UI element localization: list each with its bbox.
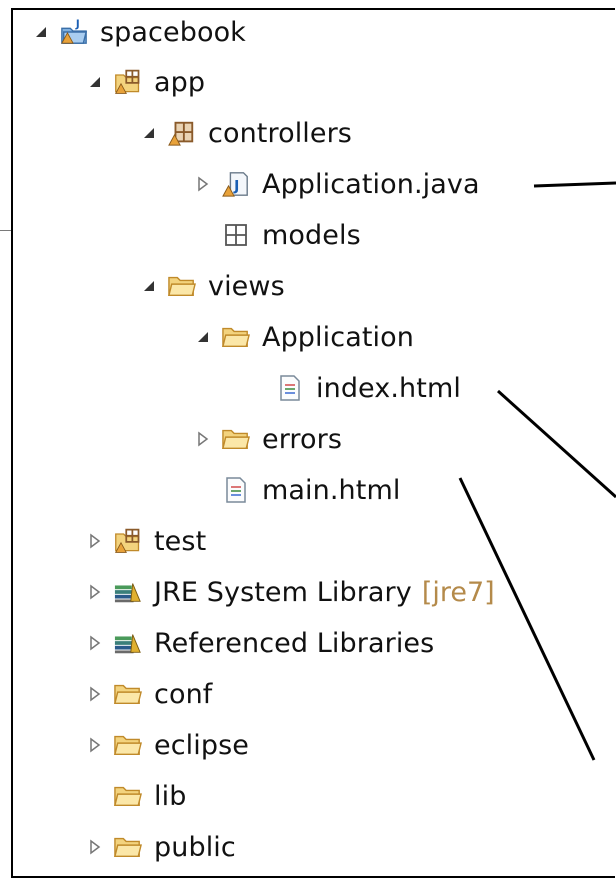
annotation-line-index-html <box>496 389 616 499</box>
annotation-line-application-java <box>533 181 616 188</box>
annotation-line-main-html <box>458 477 596 761</box>
annotation-lines <box>458 181 616 761</box>
